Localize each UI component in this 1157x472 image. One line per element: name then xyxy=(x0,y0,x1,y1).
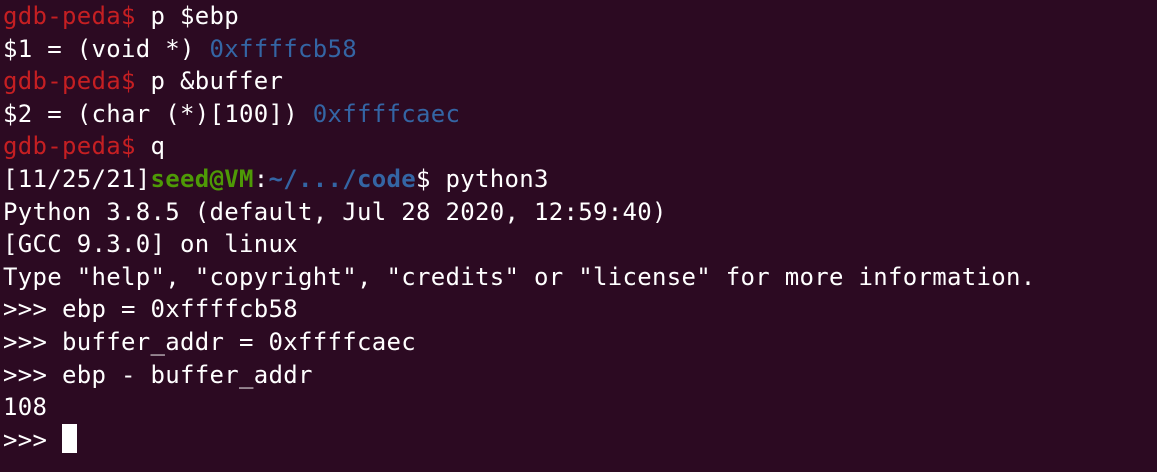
shell-date: [11/25/21] xyxy=(3,164,151,193)
terminal-line: gdb-peda$ p $ebp xyxy=(3,0,1157,33)
python-input-line: >>> ebp - buffer_addr xyxy=(3,360,313,389)
shell-dollar: $ xyxy=(416,164,431,193)
python-prompt: >>> xyxy=(3,425,62,454)
shell-user-host: seed@VM xyxy=(150,164,254,193)
terminal-line: gdb-peda$ p &buffer xyxy=(3,65,1157,98)
python-output-line: 108 xyxy=(3,393,48,422)
gdb-command: q xyxy=(135,132,166,161)
gdb-result-value: 0xffffcaec xyxy=(312,99,461,128)
python-banner: [GCC 9.3.0] on linux xyxy=(3,230,298,259)
gdb-result-prefix: $2 = (char (*)[100]) xyxy=(3,99,313,128)
text-cursor xyxy=(62,424,77,454)
gdb-result-prefix: $1 = (void *) xyxy=(3,34,210,63)
terminal-line: $2 = (char (*)[100]) 0xffffcaec xyxy=(3,98,1157,131)
gdb-command: p $ebp xyxy=(135,2,239,30)
python-input-line: >>> buffer_addr = 0xffffcaec xyxy=(3,327,416,356)
gdb-prompt: gdb-peda$ xyxy=(3,67,136,96)
gdb-result-value: 0xffffcb58 xyxy=(209,34,357,63)
python-active-line[interactable]: >>> xyxy=(3,424,1157,457)
shell-command: python3 xyxy=(430,164,549,193)
shell-path: ~/.../code xyxy=(268,164,416,193)
terminal-line: $1 = (void *) 0xffffcb58 xyxy=(3,33,1157,66)
python-banner: Python 3.8.5 (default, Jul 28 2020, 12:5… xyxy=(3,197,667,226)
gdb-prompt: gdb-peda$ xyxy=(3,2,136,30)
gdb-prompt: gdb-peda$ xyxy=(3,132,136,161)
terminal-line: [11/25/21]seed@VM:~/.../code$ python3 xyxy=(3,163,1157,196)
gdb-command: p &buffer xyxy=(135,67,284,96)
terminal-line: gdb-peda$ q xyxy=(3,130,1157,163)
terminal-window[interactable]: gdb-peda$ p $ebp $1 = (void *) 0xffffcb5… xyxy=(0,0,1157,472)
python-banner: Type "help", "copyright", "credits" or "… xyxy=(3,262,1036,291)
python-input-line: >>> ebp = 0xffffcb58 xyxy=(3,295,298,324)
shell-colon: : xyxy=(253,164,269,193)
